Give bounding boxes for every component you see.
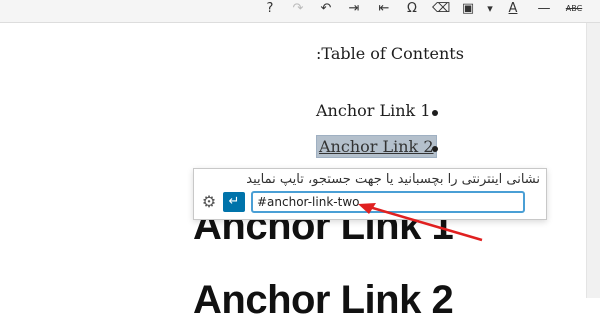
indent-icon[interactable]: ⇥ [346, 0, 362, 18]
editor-toolbar: ? ↷ ↶ ⇥ ⇤ Ω ⌫ ▣ ▾ A — ABC [0, 0, 600, 23]
gear-icon[interactable]: ⚙ [200, 193, 218, 211]
horizontal-line-icon[interactable]: — [536, 0, 552, 18]
list-bullet [432, 146, 438, 152]
outdent-icon[interactable]: ⇤ [376, 0, 392, 18]
list-item: Anchor Link 2 [316, 135, 437, 158]
list-item: Anchor Link 1 [316, 101, 431, 120]
redo-icon[interactable]: ↷ [290, 0, 306, 18]
paste-text-icon[interactable]: ▣ [460, 0, 476, 18]
link-hint-text: نشانی اینترنتی را بچسبانید یا جهت جستجو،… [246, 172, 540, 187]
apply-link-button[interactable]: ↵ [223, 192, 245, 212]
undo-icon[interactable]: ↶ [318, 0, 334, 18]
help-icon[interactable]: ? [262, 0, 278, 18]
link-popup: نشانی اینترنتی را بچسبانید یا جهت جستجو،… [193, 168, 547, 220]
special-character-icon[interactable]: Ω [404, 0, 420, 18]
url-input[interactable] [251, 191, 525, 213]
text-color-icon[interactable]: A [504, 0, 522, 18]
eraser-icon[interactable]: ⌫ [432, 0, 450, 18]
list-item-text: Anchor Link 1 [316, 101, 431, 120]
strikethrough-icon[interactable]: ABC [562, 0, 586, 18]
toc-title: :Table of Contents [316, 44, 464, 63]
more-icon[interactable]: ▾ [484, 0, 496, 18]
list-bullet [432, 110, 438, 116]
editor-content-area[interactable] [0, 23, 586, 298]
editor-scrollbar[interactable] [586, 23, 600, 298]
heading-anchor-link-2: Anchor Link 2 [193, 278, 454, 322]
anchor-link-2-selected[interactable]: Anchor Link 2 [316, 135, 437, 158]
